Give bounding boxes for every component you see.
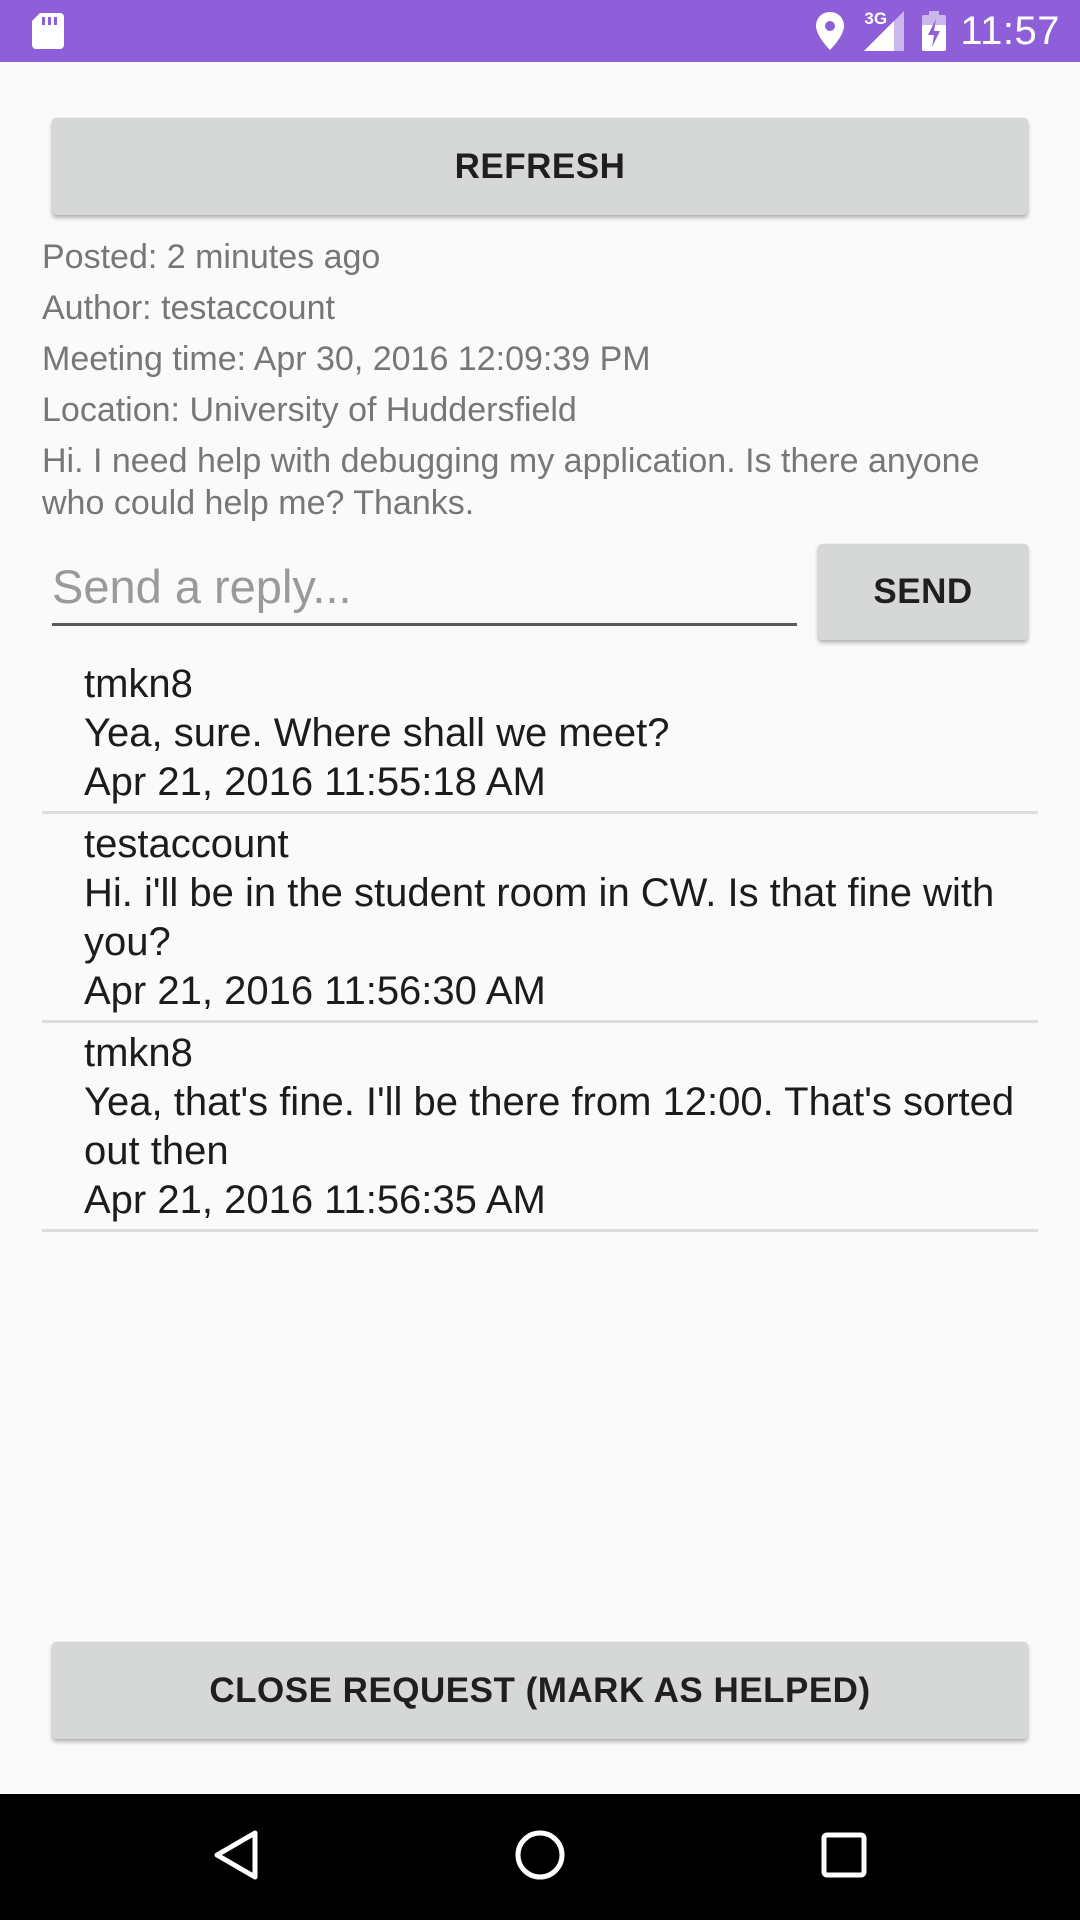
reply-timestamp: Apr 21, 2016 11:56:35 AM <box>84 1178 546 1222</box>
reply-message: Hi. i'll be in the student room in CW. I… <box>84 871 995 964</box>
reply-item: testaccount Hi. i'll be in the student r… <box>42 814 1038 1023</box>
reply-item: tmkn8 Yea, sure. Where shall we meet? Ap… <box>42 660 1038 814</box>
reply-author: tmkn8 <box>84 662 193 706</box>
refresh-button-label: REFRESH <box>454 146 626 186</box>
navigation-bar <box>0 1794 1080 1920</box>
replies-list: tmkn8 Yea, sure. Where shall we meet? Ap… <box>42 660 1038 1232</box>
post-author: Author: testaccount <box>42 289 335 327</box>
reply-author: testaccount <box>84 822 289 866</box>
status-bar: 3G 11:57 <box>0 0 1080 62</box>
back-icon <box>212 1829 260 1886</box>
send-button[interactable]: SEND <box>818 544 1028 640</box>
post-description: Hi. I need help with debugging my applic… <box>42 442 980 522</box>
meeting-location: Location: University of Huddersfield <box>42 391 577 429</box>
reply-message: Yea, that's fine. I'll be there from 12:… <box>84 1080 1015 1173</box>
refresh-button[interactable]: REFRESH <box>52 118 1028 215</box>
reply-author: tmkn8 <box>84 1031 193 1075</box>
close-request-button-label: CLOSE REQUEST (MARK AS HELPED) <box>209 1670 871 1710</box>
reply-item: tmkn8 Yea, that's fine. I'll be there fr… <box>42 1023 1038 1232</box>
location-icon <box>816 12 845 50</box>
post-details: Posted: 2 minutes ago Author: testaccoun… <box>42 232 1042 524</box>
send-button-label: SEND <box>873 572 973 611</box>
back-button[interactable] <box>176 1794 296 1920</box>
recents-icon <box>820 1831 868 1884</box>
meeting-time: Meeting time: Apr 30, 2016 12:09:39 PM <box>42 340 651 378</box>
recents-button[interactable] <box>784 1794 904 1920</box>
reply-message: Yea, sure. Where shall we meet? <box>84 711 670 755</box>
posted-time: Posted: 2 minutes ago <box>42 238 381 276</box>
network-type-label: 3G <box>864 9 888 28</box>
home-icon <box>514 1829 566 1886</box>
reply-timestamp: Apr 21, 2016 11:55:18 AM <box>84 760 546 804</box>
reply-timestamp: Apr 21, 2016 11:56:30 AM <box>84 969 546 1013</box>
battery-charging-icon <box>922 11 947 51</box>
signal-icon: 3G <box>864 9 905 51</box>
status-clock: 11:57 <box>960 8 1060 53</box>
home-button[interactable] <box>480 1794 600 1920</box>
reply-input[interactable] <box>52 558 797 626</box>
close-request-button[interactable]: CLOSE REQUEST (MARK AS HELPED) <box>52 1642 1028 1739</box>
sd-card-icon <box>32 13 64 49</box>
